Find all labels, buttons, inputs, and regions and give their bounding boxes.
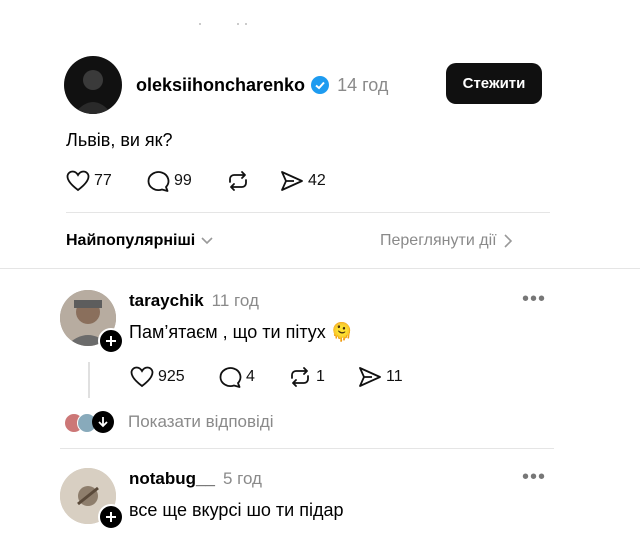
post-share-count: 42 — [308, 172, 326, 189]
follow-commenter-button[interactable] — [98, 504, 124, 530]
author-avatar[interactable] — [64, 56, 122, 114]
view-activity-link[interactable]: Переглянути дії — [380, 232, 513, 250]
post-like-button[interactable]: 77 — [66, 170, 112, 192]
divider — [66, 212, 550, 213]
comment-share-count: 11 — [386, 368, 403, 385]
repost-icon — [226, 170, 250, 192]
post-author-line: oleksiihoncharenko 14 год — [136, 73, 388, 97]
comment-text: все ще вкурсі шо ти підар — [129, 500, 344, 520]
chevron-right-icon — [503, 234, 513, 248]
post-comment-count: 99 — [174, 172, 192, 189]
sort-label: Найпопулярніші — [66, 232, 196, 249]
verified-badge-icon — [311, 76, 330, 94]
arrow-down-icon — [92, 411, 114, 433]
repost-icon — [288, 366, 312, 388]
post-comment-button[interactable]: 99 — [146, 170, 192, 192]
comment-share-button[interactable]: 11 — [358, 366, 403, 388]
reply-avatars — [64, 410, 116, 434]
comment-author[interactable]: taraychik — [129, 291, 204, 311]
post-like-count: 77 — [94, 172, 112, 189]
top-partial-marks — [196, 14, 256, 25]
comment-icon — [146, 170, 170, 192]
sort-dropdown[interactable]: Найпопулярніші — [66, 232, 213, 250]
heart-icon — [66, 170, 90, 192]
post-repost-button[interactable] — [226, 170, 250, 192]
comment-text: Пам’ятаєм , що ти пітух 🫠 — [129, 322, 354, 342]
more-options-icon[interactable]: ••• — [522, 466, 546, 489]
comment-author[interactable]: notabug__ — [129, 469, 215, 489]
author-name[interactable]: oleksiihoncharenko — [136, 75, 305, 96]
follow-commenter-button[interactable] — [98, 328, 124, 354]
comment-header: notabug__ 5 год — [129, 469, 262, 489]
comment-reply-button[interactable]: 4 — [218, 366, 255, 388]
follow-button-label: Стежити — [462, 75, 526, 92]
show-replies-label: Показати відповіді — [128, 412, 274, 431]
thread-line — [88, 362, 90, 398]
divider — [0, 268, 640, 269]
comment-repost-button[interactable]: 1 — [288, 366, 325, 388]
comment-reply-count: 4 — [246, 368, 255, 385]
heart-icon — [130, 366, 154, 388]
comment-header: taraychik 11 год — [129, 291, 259, 311]
divider — [60, 448, 554, 449]
send-icon — [280, 170, 304, 192]
chevron-down-icon — [201, 236, 213, 246]
send-icon — [358, 366, 382, 388]
comment-time: 11 год — [211, 291, 259, 310]
comment-icon — [218, 366, 242, 388]
show-replies-button[interactable]: Показати відповіді — [64, 410, 274, 434]
post-time: 14 год — [337, 74, 389, 95]
follow-button[interactable]: Стежити — [446, 63, 542, 104]
post-share-button[interactable]: 42 — [280, 170, 326, 192]
post-text: Львів, ви як? — [66, 130, 173, 150]
comment-like-button[interactable]: 925 — [130, 366, 185, 388]
more-options-icon[interactable]: ••• — [522, 288, 546, 311]
comment-like-count: 925 — [158, 368, 185, 385]
comment-repost-count: 1 — [316, 368, 325, 385]
comment-time: 5 год — [222, 469, 262, 488]
view-activity-label: Переглянути дії — [380, 232, 497, 249]
